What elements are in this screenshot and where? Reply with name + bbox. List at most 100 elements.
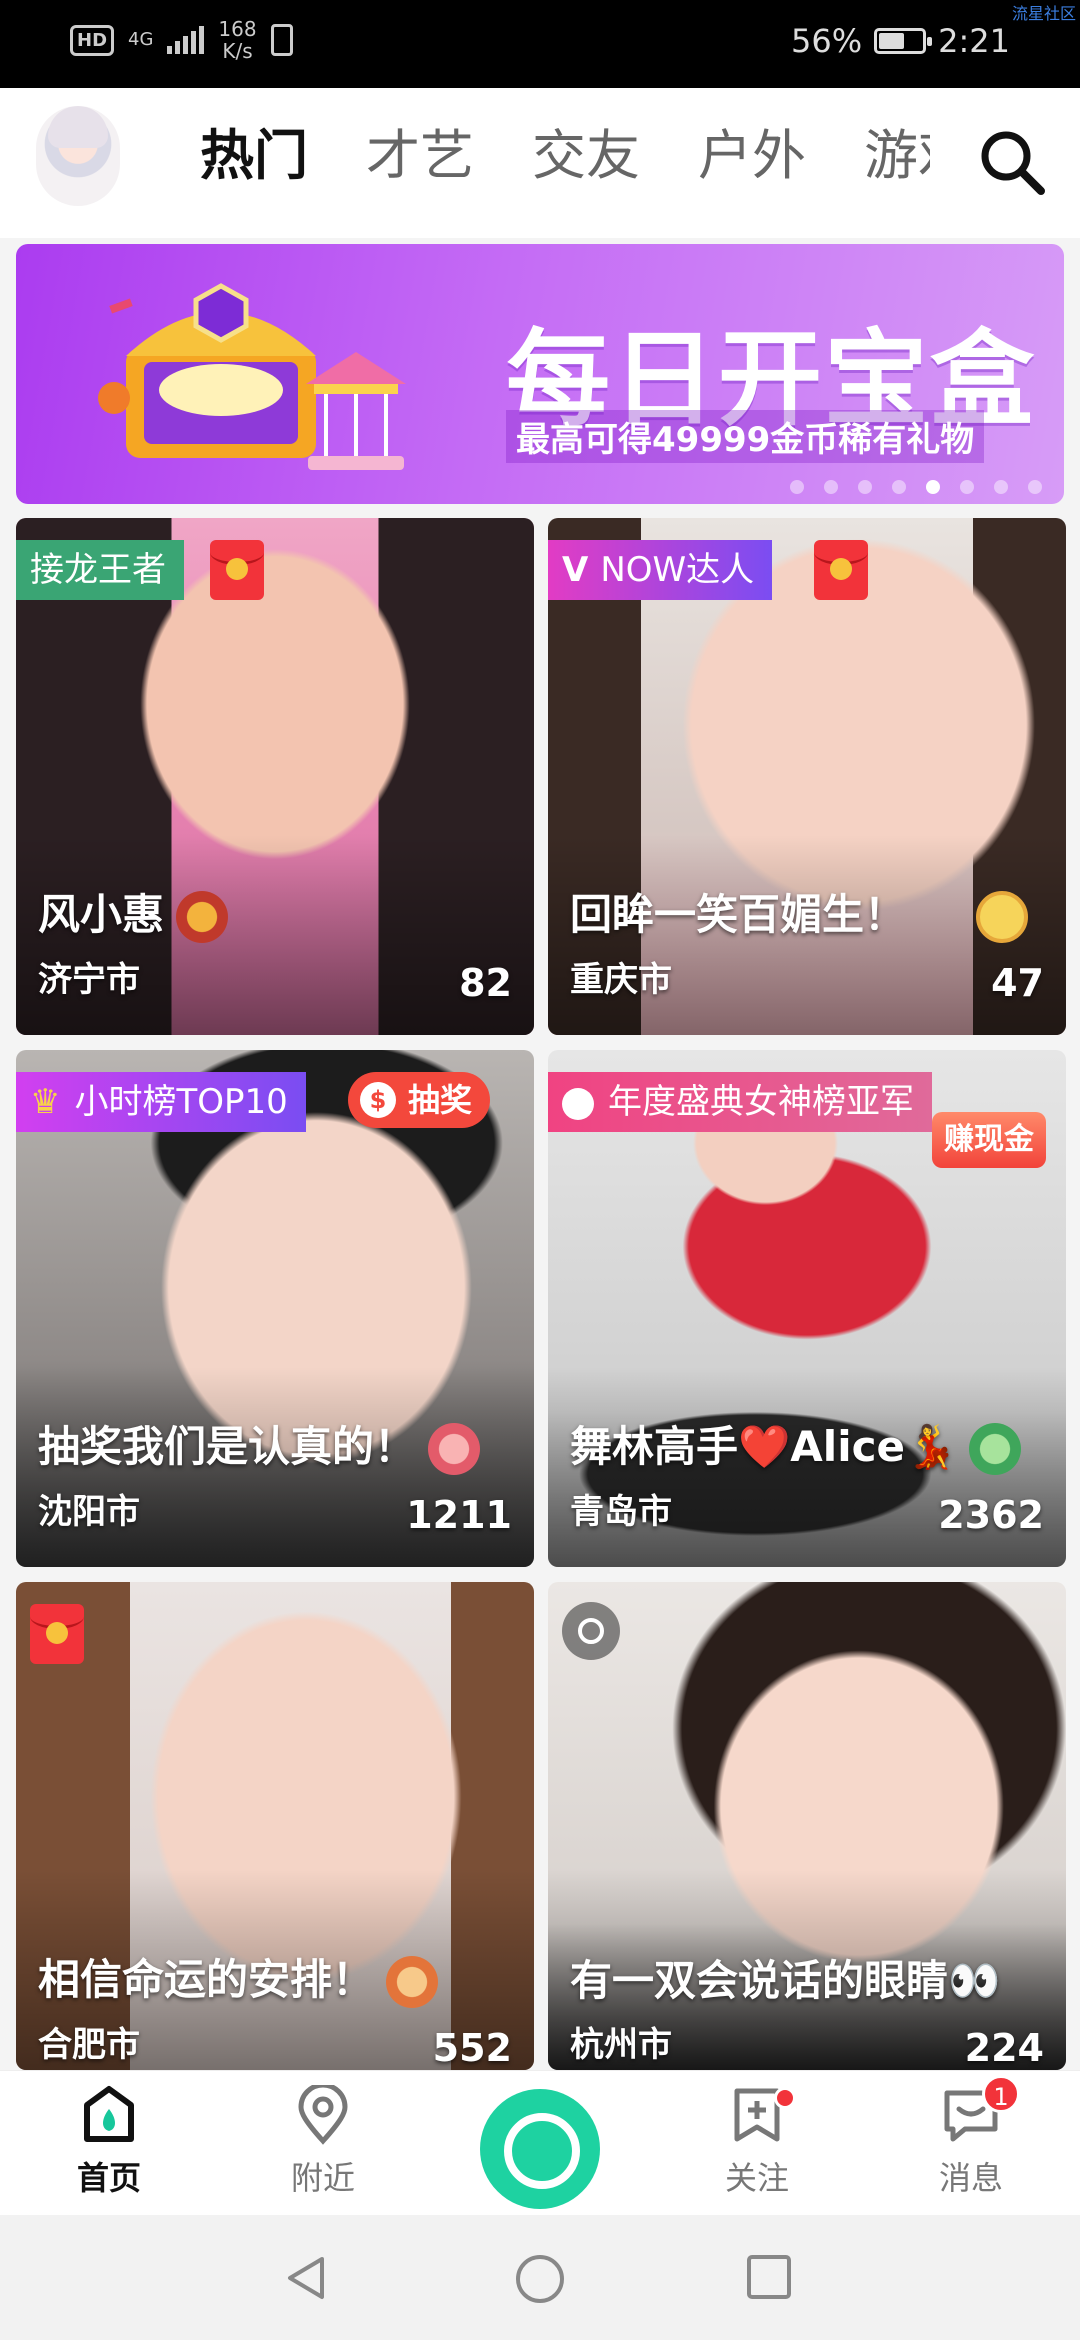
dragon-emblem-icon: [176, 891, 229, 943]
battery-percent: 56%: [791, 22, 863, 60]
tab-outdoor[interactable]: 户外: [698, 116, 806, 196]
streamer-city: 合肥市: [38, 2025, 140, 2065]
streamer-name: 抽奖我们是认真的！: [38, 1413, 481, 1475]
streamer-name-text: 回眸一笑百媚生！: [570, 889, 907, 939]
streamer-city: 重庆市: [570, 960, 672, 1000]
system-navigation-bar: [0, 2215, 1080, 2340]
top-header: 热门 才艺 交友 户外 游戏: [0, 88, 1080, 238]
streamer-name-text: 抽奖我们是认真的！: [38, 1421, 417, 1471]
tab-hot[interactable]: 热门: [200, 116, 308, 196]
banner-dot: [926, 480, 940, 494]
carousel-illustration: [306, 352, 406, 470]
tag-text: 小时榜TOP10: [74, 1082, 288, 1122]
location-icon: [298, 2085, 348, 2145]
streamer-city: 沈阳市: [38, 1492, 140, 1532]
tab-talent[interactable]: 才艺: [366, 116, 474, 196]
hd-indicator: HD: [70, 24, 115, 56]
award-icon: [562, 1087, 594, 1120]
tag-badge: 年度盛典女神榜亚军: [548, 1072, 932, 1132]
red-packet-icon[interactable]: [814, 540, 868, 600]
viewer-count: 2362: [938, 1493, 1044, 1537]
speed-unit: K/s: [222, 39, 253, 63]
live-card[interactable]: 有一双会说话的眼睛👀 杭州市 224: [548, 1582, 1066, 2070]
crown-icon: ♛: [30, 1082, 61, 1122]
viewer-count: 47: [991, 961, 1044, 1005]
category-tabs: 热门 才艺 交友 户外 游戏: [200, 116, 930, 196]
red-packet-icon[interactable]: [210, 540, 264, 600]
recents-icon[interactable]: [745, 2253, 793, 2301]
nav-follow-label: 关注: [724, 2159, 789, 2197]
banner-pagination: [790, 480, 1042, 494]
avatar[interactable]: [36, 106, 120, 206]
streamer-city: 杭州市: [570, 2025, 672, 2065]
live-card[interactable]: 接龙王者 风小惠 济宁市 82: [16, 518, 534, 1035]
nav-messages[interactable]: 1 消息: [906, 2075, 1036, 2199]
streamer-city: 青岛市: [570, 1492, 672, 1532]
nav-home[interactable]: 首页: [44, 2085, 174, 2199]
tiger-emblem-icon: [386, 1956, 439, 2008]
gold-emblem-icon: [976, 891, 1029, 943]
streamer-name-text: 相信命运的安排！: [38, 1954, 375, 2004]
message-badge: 1: [982, 2075, 1020, 2113]
streamer-city: 济宁市: [38, 960, 140, 1000]
watermark: 流星社区: [1011, 4, 1076, 23]
home-icon: [84, 2086, 134, 2142]
streamer-name: 有一双会说话的眼睛👀: [570, 1947, 1000, 2008]
battery-icon: [874, 28, 933, 54]
tab-friends[interactable]: 交友: [532, 116, 640, 196]
tag-badge: 接龙王者: [16, 540, 184, 600]
search-icon[interactable]: [978, 128, 1046, 196]
network-speed: 168 K/s: [218, 18, 256, 62]
streamer-name: 风小惠: [38, 881, 229, 943]
tag-badge: ♛ 小时榜TOP10: [16, 1072, 306, 1132]
battery-fill: [879, 33, 904, 49]
coin-icon: $: [360, 1082, 396, 1118]
viewer-count: 82: [459, 961, 512, 1005]
earn-cash-badge[interactable]: 赚现金: [932, 1112, 1046, 1168]
streamer-name-text: 有一双会说话的眼睛👀: [570, 1956, 1001, 2005]
back-icon[interactable]: [282, 2253, 332, 2303]
lottery-badge[interactable]: $ 抽奖: [348, 1072, 491, 1128]
network-type: 4G: [128, 29, 154, 50]
lottery-label: 抽奖: [408, 1081, 473, 1119]
clock: 2:21: [938, 22, 1010, 60]
nav-follow[interactable]: 关注: [692, 2085, 822, 2199]
vibrate-icon: [270, 24, 293, 56]
nav-nearby[interactable]: 附近: [258, 2085, 388, 2199]
streamer-name-text: 风小惠: [38, 889, 165, 939]
start-live-button[interactable]: [480, 2089, 600, 2209]
banner-dot: [790, 480, 804, 494]
banner-dot: [892, 480, 906, 494]
streamer-name: 相信命运的安排！: [38, 1946, 439, 2008]
tag-text: NOW达人: [600, 550, 755, 590]
streamer-name-text: 舞林高手❤️Alice💃: [570, 1421, 958, 1471]
nav-nearby-label: 附近: [290, 2159, 355, 2197]
live-card[interactable]: 相信命运的安排！ 合肥市 552: [16, 1582, 534, 2070]
home-circle-icon[interactable]: [514, 2253, 566, 2305]
nav-messages-label: 消息: [938, 2159, 1003, 2197]
lion-emblem-icon: [969, 1423, 1022, 1475]
speed-value: 168: [218, 17, 257, 41]
live-card[interactable]: 年度盛典女神榜亚军 赚现金 舞林高手❤️Alice💃 青岛市 2362: [548, 1050, 1066, 1567]
vip-v-icon: V: [562, 550, 589, 590]
banner-dot: [994, 480, 1008, 494]
red-packet-icon[interactable]: [30, 1604, 84, 1664]
banner-subtitle: 最高可得49999金币稀有礼物: [506, 410, 985, 463]
tab-games[interactable]: 游戏: [864, 116, 930, 196]
bottom-navigation: 首页 附近 关注 1 消息: [0, 2070, 1080, 2215]
streamer-name: 舞林高手❤️Alice💃: [570, 1413, 1022, 1475]
banner-dot: [858, 480, 872, 494]
viewer-count: 1211: [406, 1493, 512, 1537]
viewer-count: 552: [432, 2026, 512, 2070]
nav-home-label: 首页: [76, 2159, 141, 2197]
status-bar: HD 4G 168 K/s 56% 2:21 流星社区: [0, 0, 1080, 88]
treasure-box-banner[interactable]: 每日开宝盒 最高可得49999金币稀有礼物: [16, 244, 1064, 504]
banner-dot: [824, 480, 838, 494]
streamer-name: 回眸一笑百媚生！: [570, 881, 1029, 943]
live-card[interactable]: ♛ 小时榜TOP10 $ 抽奖 抽奖我们是认真的！ 沈阳市 1211: [16, 1050, 534, 1567]
gift-emblem-icon: [428, 1423, 481, 1475]
viewer-count: 224: [964, 2026, 1044, 2070]
live-card[interactable]: V NOW达人 回眸一笑百媚生！ 重庆市 47: [548, 518, 1066, 1035]
follow-notification-dot: [774, 2087, 796, 2109]
tag-badge: V NOW达人: [548, 540, 773, 600]
